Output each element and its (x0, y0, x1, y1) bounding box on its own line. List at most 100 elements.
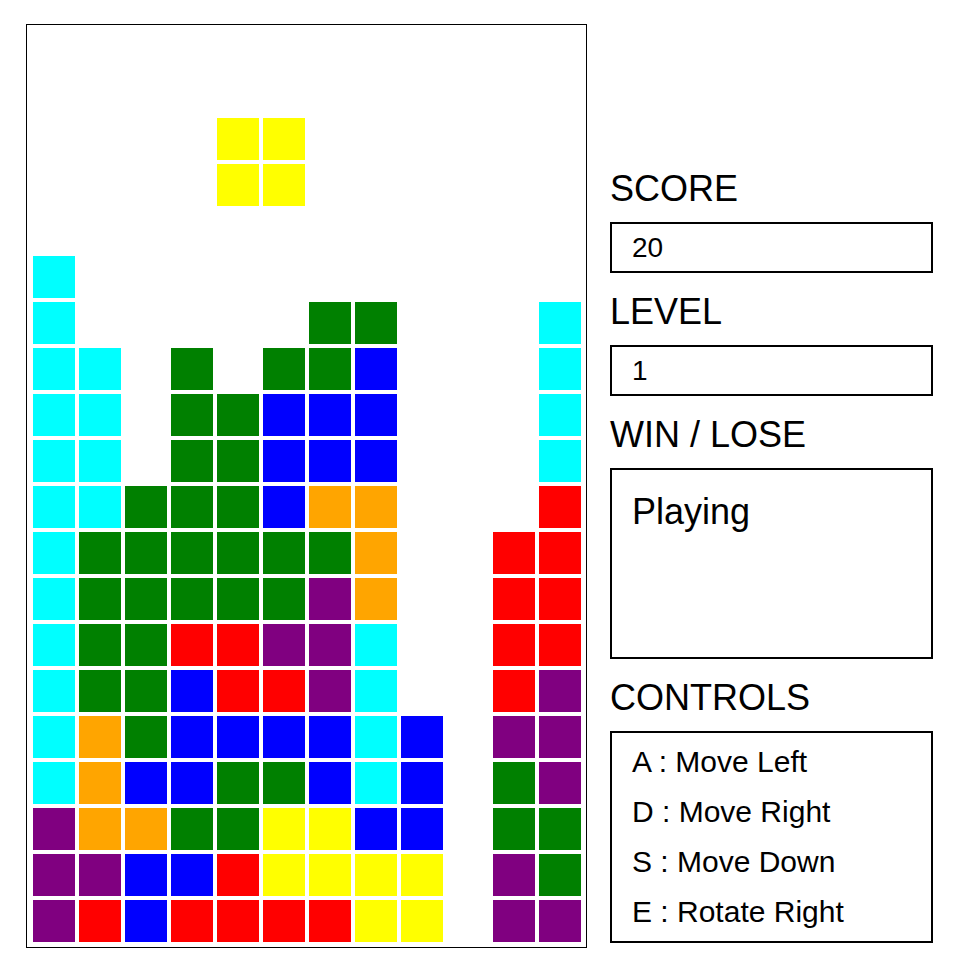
block-cell (309, 302, 351, 344)
empty-cell (447, 854, 489, 896)
empty-cell (217, 26, 259, 68)
block-cell (355, 624, 397, 666)
empty-cell (401, 118, 443, 160)
block-cell (171, 762, 213, 804)
empty-cell (171, 164, 213, 206)
empty-cell (355, 210, 397, 252)
block-cell (171, 394, 213, 436)
empty-cell (309, 256, 351, 298)
block-cell (79, 854, 121, 896)
block-cell (125, 578, 167, 620)
empty-cell (493, 394, 535, 436)
block-cell (309, 486, 351, 528)
empty-cell (33, 26, 75, 68)
block-cell (355, 578, 397, 620)
block-cell (33, 670, 75, 712)
block-cell (539, 762, 581, 804)
block-cell (217, 670, 259, 712)
empty-cell (33, 72, 75, 114)
block-cell (539, 808, 581, 850)
block-cell (33, 256, 75, 298)
block-cell (355, 302, 397, 344)
block-cell (493, 532, 535, 574)
block-cell (355, 486, 397, 528)
block-cell (493, 578, 535, 620)
block-cell (79, 762, 121, 804)
empty-cell (401, 72, 443, 114)
empty-cell (401, 164, 443, 206)
block-cell (125, 624, 167, 666)
block-cell (263, 578, 305, 620)
empty-cell (309, 72, 351, 114)
block-cell (263, 762, 305, 804)
empty-cell (447, 808, 489, 850)
block-cell (263, 486, 305, 528)
block-cell (79, 532, 121, 574)
block-cell (263, 394, 305, 436)
controls-label: CONTROLS (610, 677, 933, 718)
empty-cell (309, 26, 351, 68)
block-cell (263, 348, 305, 390)
empty-cell (309, 210, 351, 252)
empty-cell (493, 118, 535, 160)
block-cell (79, 394, 121, 436)
empty-cell (79, 256, 121, 298)
empty-cell (401, 256, 443, 298)
block-cell (263, 670, 305, 712)
block-cell (217, 762, 259, 804)
block-cell (171, 716, 213, 758)
empty-cell (171, 118, 213, 160)
block-cell (309, 532, 351, 574)
block-cell (217, 118, 259, 160)
block-cell (355, 808, 397, 850)
empty-cell (33, 118, 75, 160)
block-cell (539, 854, 581, 896)
empty-cell (539, 256, 581, 298)
block-cell (401, 762, 443, 804)
block-cell (263, 624, 305, 666)
block-cell (493, 808, 535, 850)
empty-cell (447, 164, 489, 206)
block-cell (309, 900, 351, 942)
block-cell (539, 578, 581, 620)
tetris-game: SCORE 20 LEVEL 1 WIN / LOSE Playing CONT… (0, 0, 960, 948)
empty-cell (493, 26, 535, 68)
empty-cell (263, 72, 305, 114)
block-cell (493, 670, 535, 712)
block-cell (125, 808, 167, 850)
block-cell (217, 164, 259, 206)
block-cell (263, 164, 305, 206)
block-cell (79, 670, 121, 712)
empty-cell (401, 578, 443, 620)
empty-cell (79, 164, 121, 206)
score-label: SCORE (610, 168, 933, 209)
empty-cell (447, 624, 489, 666)
empty-cell (447, 302, 489, 344)
block-cell (493, 762, 535, 804)
empty-cell (171, 256, 213, 298)
empty-cell (401, 486, 443, 528)
block-cell (309, 578, 351, 620)
block-cell (309, 440, 351, 482)
empty-cell (125, 256, 167, 298)
empty-cell (263, 302, 305, 344)
empty-cell (539, 26, 581, 68)
empty-cell (79, 210, 121, 252)
block-cell (217, 394, 259, 436)
block-cell (355, 348, 397, 390)
empty-cell (401, 624, 443, 666)
block-cell (171, 578, 213, 620)
block-cell (217, 486, 259, 528)
empty-cell (539, 164, 581, 206)
empty-cell (309, 118, 351, 160)
block-cell (79, 808, 121, 850)
empty-cell (447, 762, 489, 804)
block-cell (539, 348, 581, 390)
block-cell (493, 716, 535, 758)
empty-cell (401, 670, 443, 712)
block-cell (355, 670, 397, 712)
block-cell (217, 854, 259, 896)
block-cell (263, 900, 305, 942)
block-cell (33, 394, 75, 436)
empty-cell (217, 72, 259, 114)
